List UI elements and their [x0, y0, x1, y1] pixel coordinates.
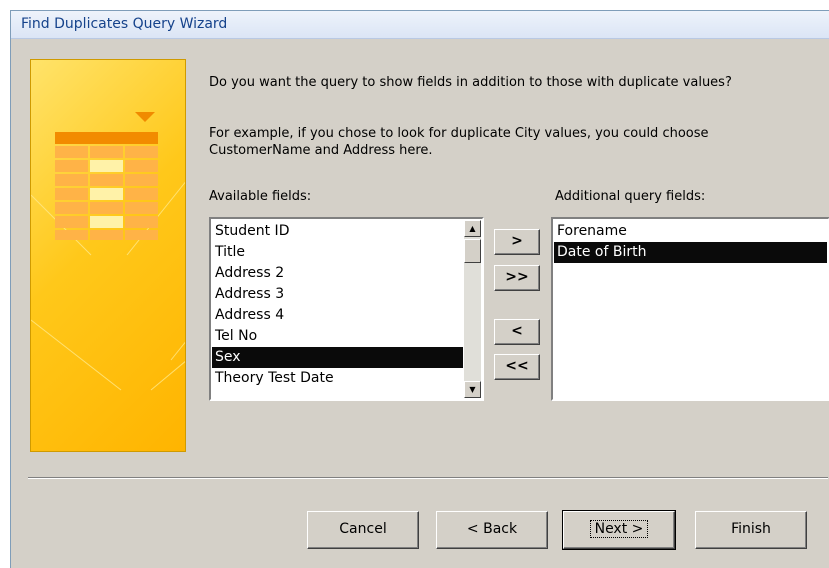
- additional-fields-list[interactable]: Forename Date of Birth: [551, 217, 829, 401]
- available-fields-label: Available fields:: [209, 189, 312, 204]
- available-fields-list[interactable]: Student ID Title Address 2 Address 3 Add…: [209, 217, 484, 401]
- available-field-item[interactable]: Tel No: [212, 326, 463, 347]
- wizard-question: Do you want the query to show fields in …: [209, 75, 732, 90]
- cancel-button-label: Cancel: [339, 521, 387, 537]
- table-illustration-icon: [31, 112, 185, 391]
- finish-button[interactable]: Finish: [695, 511, 807, 549]
- add-field-button[interactable]: >: [494, 229, 540, 255]
- additional-field-item[interactable]: Forename: [554, 221, 827, 242]
- wizard-example: For example, if you chose to look for du…: [209, 126, 709, 158]
- available-field-item[interactable]: Title: [212, 242, 463, 263]
- remove-all-fields-button[interactable]: <<: [494, 354, 540, 380]
- wizard-banner: [30, 59, 186, 452]
- scroll-up-button[interactable]: ▲: [464, 220, 481, 237]
- scroll-down-arrow-icon: ▼: [469, 384, 476, 394]
- available-fields-scrollbar[interactable]: ▲ ▼: [464, 220, 481, 398]
- available-field-item[interactable]: Address 3: [212, 284, 463, 305]
- cancel-button[interactable]: Cancel: [307, 511, 419, 549]
- available-field-item[interactable]: Student ID: [212, 221, 463, 242]
- additional-field-item-selected[interactable]: Date of Birth: [554, 242, 827, 263]
- scroll-up-arrow-icon: ▲: [469, 223, 476, 233]
- available-field-item[interactable]: Theory Test Date: [212, 368, 463, 389]
- back-button[interactable]: < Back: [436, 511, 548, 549]
- scroll-thumb[interactable]: [464, 239, 481, 263]
- wizard-window: Find Duplicates Query Wizard Do you want…: [10, 10, 829, 568]
- available-field-item[interactable]: Address 4: [212, 305, 463, 326]
- additional-fields-label: Additional query fields:: [555, 189, 706, 204]
- remove-field-button[interactable]: <: [494, 319, 540, 345]
- available-field-item-selected[interactable]: Sex: [212, 347, 463, 368]
- next-button-label: Next >: [589, 520, 649, 538]
- scroll-down-button[interactable]: ▼: [464, 381, 481, 398]
- add-all-fields-button[interactable]: >>: [494, 265, 540, 291]
- title-bar[interactable]: Find Duplicates Query Wizard: [11, 11, 829, 39]
- available-field-item[interactable]: Address 2: [212, 263, 463, 284]
- footer-separator: [28, 477, 828, 479]
- window-title: Find Duplicates Query Wizard: [21, 16, 228, 32]
- next-button[interactable]: Next >: [562, 510, 676, 550]
- back-button-label: < Back: [466, 521, 518, 537]
- finish-button-label: Finish: [731, 521, 771, 537]
